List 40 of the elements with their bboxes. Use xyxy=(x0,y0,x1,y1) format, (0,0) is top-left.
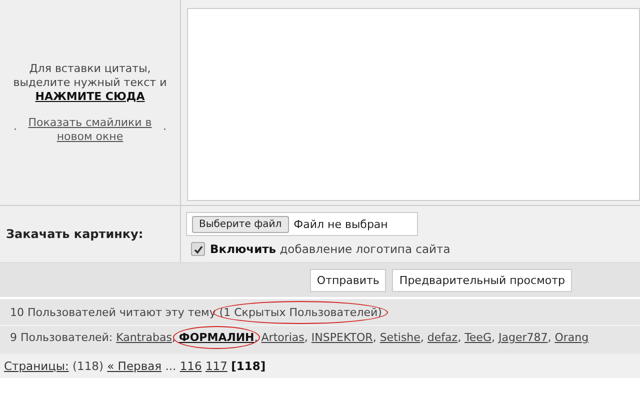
separator: , xyxy=(458,331,462,344)
bullet: · xyxy=(14,122,17,136)
form-button[interactable]: Отправить xyxy=(310,268,386,292)
upload-label: Закачать картинку: xyxy=(6,227,144,241)
user-link[interactable]: Setishe xyxy=(380,331,420,344)
user-link[interactable]: Artorias xyxy=(261,331,304,344)
logo-checkbox[interactable] xyxy=(191,242,205,256)
separator: , xyxy=(491,331,495,344)
file-input[interactable]: Выберите файл Файл не выбран xyxy=(186,212,418,236)
separator: , xyxy=(548,331,552,344)
separator: , xyxy=(254,331,258,344)
bullet: · xyxy=(163,122,166,136)
message-field[interactable] xyxy=(187,8,640,201)
user-link[interactable]: Jager787 xyxy=(498,331,548,344)
separator: , xyxy=(372,331,376,344)
hidden-users-count: (1 Скрытых Пользователей) xyxy=(219,306,382,319)
page-link[interactable]: 116 xyxy=(180,359,202,373)
quote-link[interactable]: НАЖМИТЕ СЮДА xyxy=(35,90,145,102)
checkbox-label: Включить добавление логотипа сайта xyxy=(210,242,450,256)
file-status: Файл не выбран xyxy=(294,218,388,230)
separator: , xyxy=(172,331,176,344)
user-link[interactable]: ФОРМАЛИН xyxy=(178,331,254,344)
separator: , xyxy=(304,331,308,344)
user-link[interactable]: defaz xyxy=(427,331,458,344)
smilies-link[interactable]: Показать смайлики в новом окне xyxy=(20,116,160,144)
pages-ellipsis: ... xyxy=(165,359,176,373)
user-link[interactable]: Orang xyxy=(554,331,589,344)
form-button[interactable]: Предварительный просмотр xyxy=(392,268,572,292)
users-label: 9 Пользователей: xyxy=(10,331,113,344)
first-page-link[interactable]: « Первая xyxy=(107,359,162,373)
page-count: (118) xyxy=(72,359,104,373)
pages-link[interactable]: Страницы: xyxy=(4,359,69,373)
user-link[interactable]: INSPEKTOR xyxy=(311,331,373,344)
current-page: [118] xyxy=(231,359,266,373)
user-link[interactable]: Kantrabas xyxy=(116,331,172,344)
user-link[interactable]: TeeG xyxy=(464,331,492,344)
separator: , xyxy=(420,331,424,344)
choose-file-button[interactable]: Выберите файл xyxy=(192,216,289,232)
page-link[interactable]: 117 xyxy=(205,359,228,373)
quote-instructions: Для вставки цитаты, выделите нужный текст и НАЖМИТЕ СЮДА xyxy=(12,62,168,104)
